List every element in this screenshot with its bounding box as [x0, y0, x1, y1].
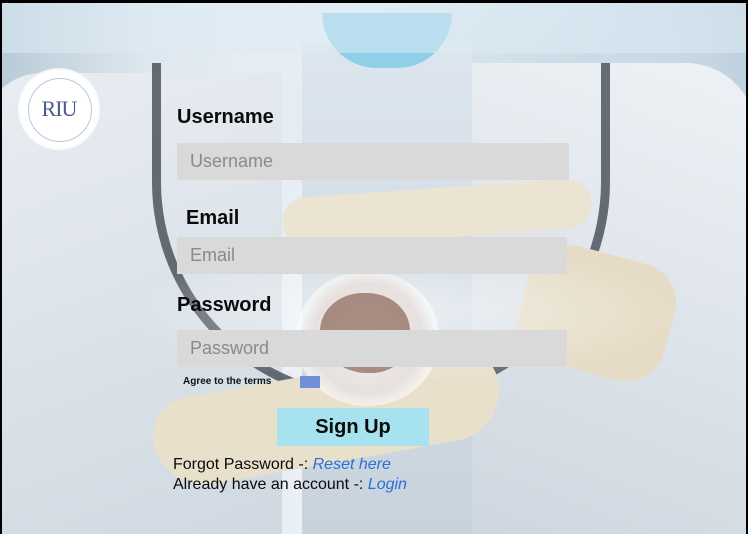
- forgot-password-line: Forgot Password -: Reset here: [173, 456, 391, 474]
- signup-button[interactable]: Sign Up: [277, 408, 429, 446]
- email-input[interactable]: [177, 237, 567, 274]
- terms-label: Agree to the terms: [183, 376, 272, 387]
- login-link[interactable]: Login: [368, 476, 407, 493]
- password-input[interactable]: [177, 330, 567, 367]
- password-label: Password: [177, 294, 272, 316]
- logo-text: RIU: [41, 96, 78, 121]
- username-input[interactable]: [177, 143, 569, 180]
- login-prefix: Already have an account -:: [173, 476, 364, 493]
- email-label: Email: [186, 207, 240, 229]
- forgot-password-prefix: Forgot Password -:: [173, 456, 309, 473]
- signup-form: Username Email Password Agree to the ter…: [0, 0, 748, 534]
- username-label: Username: [177, 106, 274, 128]
- reset-password-link[interactable]: Reset here: [313, 456, 391, 473]
- terms-checkbox[interactable]: [300, 376, 320, 388]
- login-line: Already have an account -: Login: [173, 476, 407, 494]
